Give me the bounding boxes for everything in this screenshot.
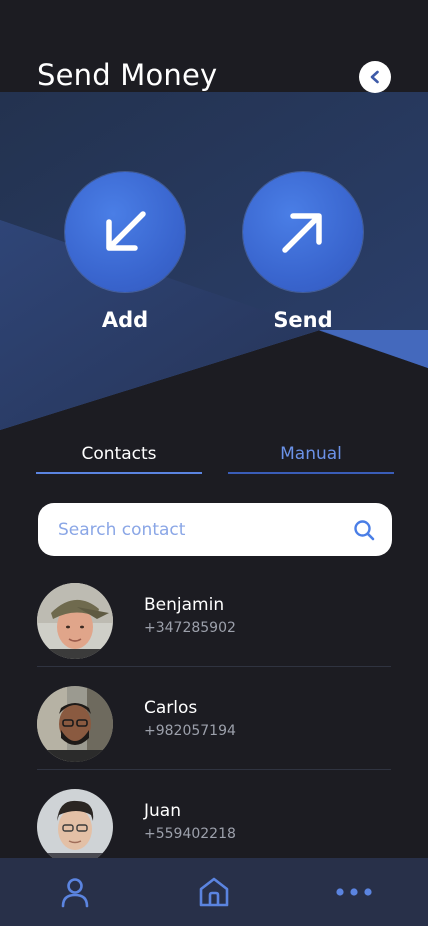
tab-contacts-label: Contacts (81, 444, 157, 464)
contact-list: Benjamin +347285902 Carlos +982057194 Ju… (37, 583, 391, 892)
contact-name: Juan (144, 801, 181, 821)
send-circle[interactable] (243, 172, 363, 292)
search-input[interactable] (56, 518, 352, 541)
add-circle[interactable] (65, 172, 185, 292)
home-icon (199, 877, 229, 907)
tab-contacts-underline (36, 472, 202, 474)
tab-bar: Contacts Manual (36, 440, 394, 476)
search-box (38, 503, 392, 556)
divider (37, 769, 391, 770)
contact-row-carlos[interactable]: Carlos +982057194 (37, 686, 391, 789)
add-button[interactable]: Add (60, 172, 190, 332)
add-label: Add (101, 308, 149, 332)
contact-name: Carlos (144, 698, 198, 718)
contact-name: Benjamin (144, 595, 225, 615)
tab-manual-label: Manual (280, 444, 342, 464)
nav-profile-button[interactable] (55, 872, 95, 912)
contact-row-benjamin[interactable]: Benjamin +347285902 (37, 583, 391, 686)
nav-more-button[interactable] (334, 872, 374, 912)
avatar (37, 686, 113, 762)
arrow-up-right-icon (282, 213, 322, 253)
tab-contacts[interactable]: Contacts (36, 440, 202, 474)
avatar (37, 789, 113, 865)
send-money-screen: Send Money Add Send Contacts Manual Sear… (0, 0, 428, 926)
page-title: Send Money (37, 58, 218, 92)
contact-phone: +559402218 (144, 826, 236, 842)
contact-phone: +982057194 (144, 723, 236, 739)
more-icon (336, 888, 372, 896)
back-button[interactable] (359, 61, 391, 93)
user-icon (61, 878, 89, 908)
divider (37, 666, 391, 667)
search-icon[interactable] (352, 518, 376, 542)
nav-home-button[interactable] (194, 872, 234, 912)
send-label: Send (273, 308, 333, 332)
chevron-left-icon (370, 70, 379, 84)
avatar (37, 583, 113, 659)
bottom-nav (0, 858, 428, 926)
arrow-down-left-icon (106, 211, 146, 251)
contact-phone: +347285902 (144, 620, 236, 636)
tab-manual[interactable]: Manual (228, 440, 394, 474)
tab-manual-underline (228, 472, 394, 474)
send-button[interactable]: Send (238, 172, 368, 332)
